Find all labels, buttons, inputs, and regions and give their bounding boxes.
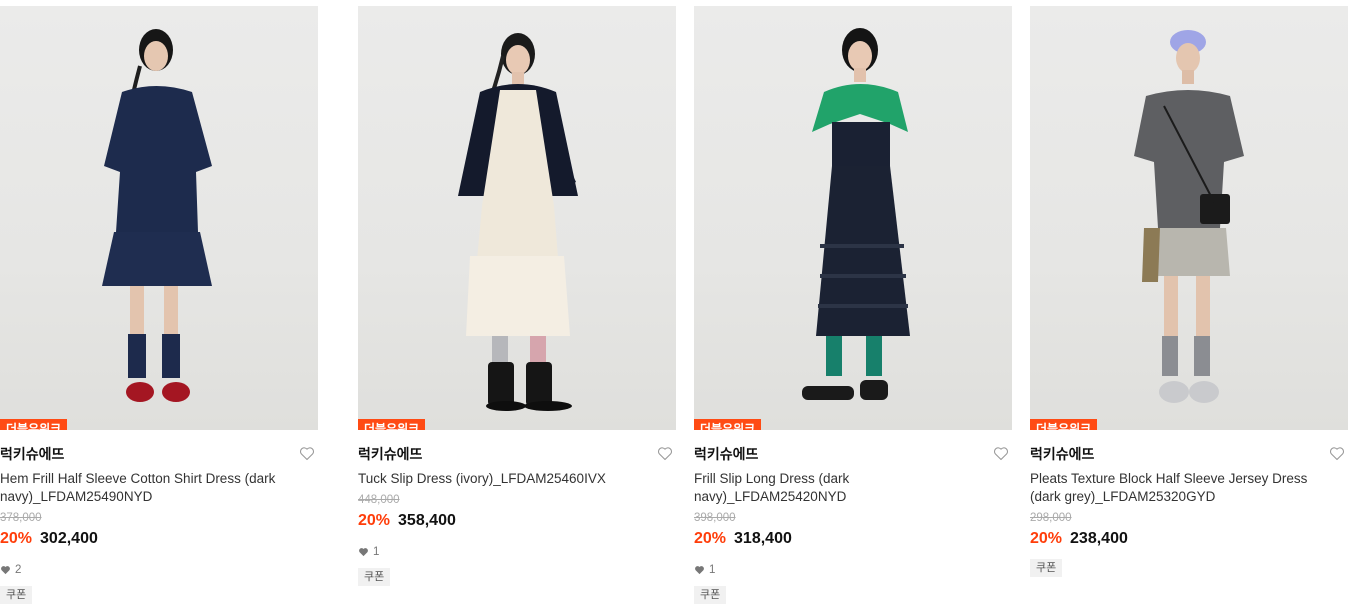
- product-card[interactable]: 더블유위크 럭키슈에뜨 Hem Frill Half Sleeve Cotton…: [0, 6, 318, 604]
- original-price: 448,000: [358, 494, 400, 506]
- sale-price: 238,400: [1070, 530, 1128, 547]
- wishlist-button[interactable]: [1328, 444, 1346, 462]
- discount-rate: 20%: [1030, 530, 1063, 547]
- product-card[interactable]: 더블유위크 럭키슈에뜨 Frill Slip Long Dress (dark …: [694, 6, 1012, 604]
- promo-badge: 더블유위크: [358, 419, 426, 430]
- product-image[interactable]: 더블유위크: [358, 6, 676, 430]
- brand-name[interactable]: 럭키슈에뜨: [0, 444, 318, 464]
- sale-price: 358,400: [398, 512, 456, 529]
- product-name[interactable]: Pleats Texture Block Half Sleeve Jersey …: [1030, 470, 1330, 506]
- heart-filled-icon: [359, 548, 368, 557]
- brand-name[interactable]: 럭키슈에뜨: [358, 444, 676, 464]
- brand-name[interactable]: 럭키슈에뜨: [694, 444, 1012, 464]
- sale-price: 318,400: [734, 530, 792, 547]
- discount-rate: 20%: [0, 530, 33, 547]
- wishlist-button[interactable]: [656, 444, 674, 462]
- coupon-tag: 쿠폰: [1030, 559, 1063, 577]
- heart-outline-icon: [299, 446, 315, 460]
- price-row: 20% 318,400: [694, 528, 1012, 550]
- model-illustration: [102, 29, 212, 402]
- original-price: 378,000: [0, 512, 42, 524]
- discount-rate: 20%: [694, 530, 727, 547]
- heart-filled-icon: [1, 566, 10, 575]
- like-count: 1: [694, 563, 1012, 577]
- wishlist-button[interactable]: [992, 444, 1010, 462]
- original-price: 398,000: [694, 512, 736, 524]
- product-info: 럭키슈에뜨 Hem Frill Half Sleeve Cotton Shirt…: [0, 430, 318, 604]
- wishlist-button[interactable]: [298, 444, 316, 462]
- product-image[interactable]: 더블유위크: [0, 6, 318, 430]
- original-price: 298,000: [1030, 512, 1072, 524]
- promo-badge: 더블유위크: [0, 419, 68, 430]
- like-count: 2: [0, 563, 318, 577]
- brand-name[interactable]: 럭키슈에뜨: [1030, 444, 1348, 464]
- product-info: 럭키슈에뜨 Frill Slip Long Dress (dark navy)_…: [694, 430, 1012, 604]
- like-count-value: 2: [15, 564, 22, 576]
- model-illustration: [802, 28, 910, 400]
- like-count-value: 1: [373, 546, 380, 558]
- model-illustration: [458, 33, 578, 411]
- promo-badge: 더블유위크: [1030, 419, 1098, 430]
- model-illustration: [1134, 30, 1244, 403]
- heart-filled-icon: [695, 566, 704, 575]
- product-name[interactable]: Hem Frill Half Sleeve Cotton Shirt Dress…: [0, 470, 300, 506]
- price-row: 20% 238,400: [1030, 528, 1348, 550]
- price-row: 20% 302,400: [0, 528, 318, 550]
- product-info: 럭키슈에뜨 Tuck Slip Dress (ivory)_LFDAM25460…: [358, 430, 676, 586]
- product-image[interactable]: 더블유위크: [694, 6, 1012, 430]
- discount-rate: 20%: [358, 512, 391, 529]
- price-row: 20% 358,400: [358, 510, 676, 532]
- promo-badge: 더블유위크: [694, 419, 762, 430]
- like-count: 1: [358, 545, 676, 559]
- product-image[interactable]: 더블유위크: [1030, 6, 1348, 430]
- like-count-value: 1: [709, 564, 716, 576]
- heart-outline-icon: [993, 446, 1009, 460]
- coupon-tag: 쿠폰: [694, 586, 727, 604]
- sale-price: 302,400: [40, 530, 98, 547]
- product-info: 럭키슈에뜨 Pleats Texture Block Half Sleeve J…: [1030, 430, 1348, 577]
- product-name[interactable]: Frill Slip Long Dress (dark navy)_LFDAM2…: [694, 470, 994, 506]
- product-card[interactable]: 더블유위크 럭키슈에뜨 Tuck Slip Dress (ivory)_LFDA…: [358, 6, 676, 586]
- coupon-tag: 쿠폰: [0, 586, 33, 604]
- product-name[interactable]: Tuck Slip Dress (ivory)_LFDAM25460IVX: [358, 470, 658, 488]
- product-card[interactable]: 더블유위크 럭키슈에뜨 Pleats Texture Block Half Sl…: [1030, 6, 1348, 577]
- heart-outline-icon: [1329, 446, 1345, 460]
- heart-outline-icon: [657, 446, 673, 460]
- coupon-tag: 쿠폰: [358, 568, 391, 586]
